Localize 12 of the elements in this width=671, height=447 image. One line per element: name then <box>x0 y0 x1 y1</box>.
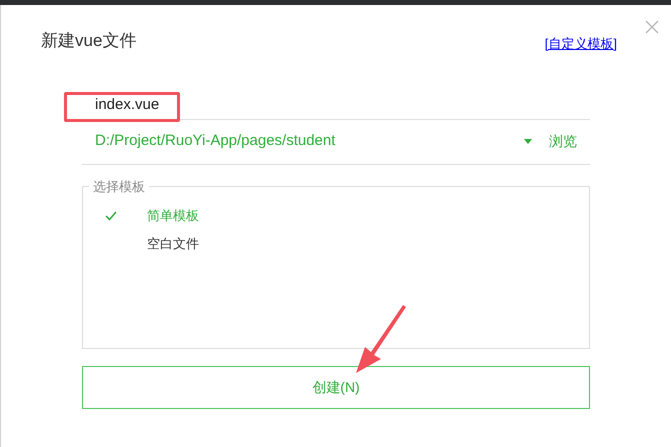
dialog-title: 新建vue文件 <box>41 31 136 51</box>
create-button[interactable]: 创建(N) <box>82 366 590 408</box>
template-option[interactable]: 简单模板 <box>147 206 199 226</box>
file-name-field[interactable]: index.vue <box>82 90 590 120</box>
template-option[interactable]: 空白文件 <box>147 234 199 254</box>
directory-field[interactable]: D:/Project/RuoYi-App/pages/student 浏览 <box>82 120 590 164</box>
directory-path: D:/Project/RuoYi-App/pages/student <box>95 131 336 152</box>
template-group-legend: 选择模板 <box>89 176 149 196</box>
close-icon[interactable] <box>645 20 659 34</box>
browse-link[interactable]: 浏览 <box>549 131 577 152</box>
dropdown-icon[interactable] <box>524 139 532 144</box>
custom-template-link[interactable]: [自定义模板] <box>544 34 617 54</box>
